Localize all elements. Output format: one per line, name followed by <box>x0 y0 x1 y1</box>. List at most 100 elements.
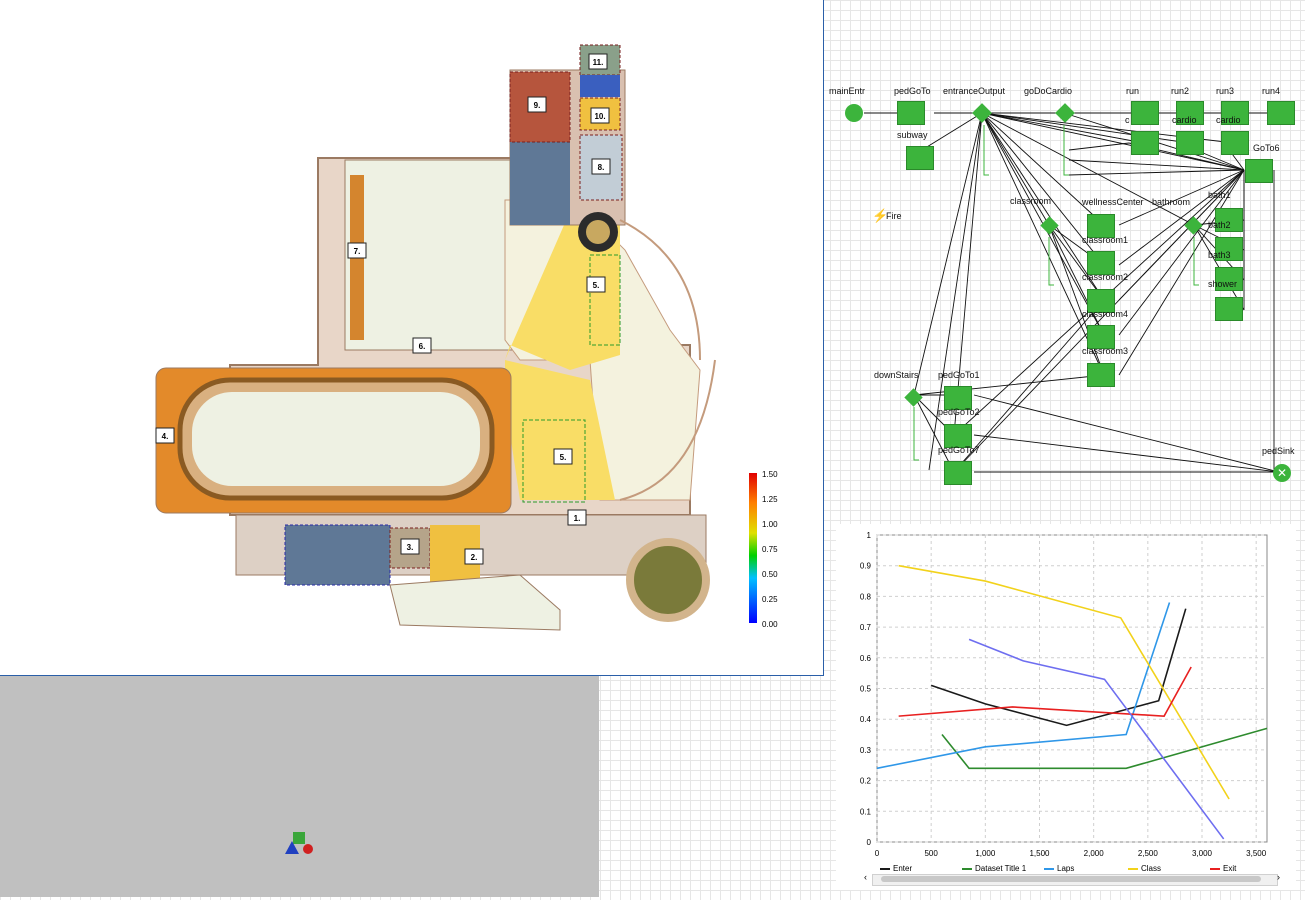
source-block-icon[interactable] <box>845 104 863 122</box>
cardio2-block[interactable] <box>1176 131 1204 155</box>
block-label-downStairs: downStairs <box>874 370 919 380</box>
subway-block[interactable] <box>906 146 934 170</box>
y-tick-label: 0.2 <box>860 777 872 786</box>
scale-tick-label: 1.25 <box>762 495 778 504</box>
block-label-mainEntr: mainEntr <box>829 86 866 96</box>
scroll-right-icon[interactable]: › <box>1277 872 1280 882</box>
svg-text:9.: 9. <box>534 101 541 110</box>
restroom-top <box>580 75 620 97</box>
block-label-run: run <box>1126 86 1140 96</box>
round-court <box>626 538 710 622</box>
room-label: 7. <box>347 242 367 259</box>
room-label: 1. <box>567 509 587 526</box>
color-scale-bar <box>749 473 757 623</box>
y-tick-label: 0.3 <box>860 746 872 755</box>
y-tick-label: 0.8 <box>860 592 872 601</box>
block-label-bath1: bath1 <box>1208 190 1231 200</box>
gym-area <box>360 170 510 335</box>
chart-horizontal-scrollbar[interactable]: ‹ › <box>864 872 1280 886</box>
goto6-block[interactable] <box>1245 159 1273 183</box>
block-label-wellnessCenter: wellnessCenter <box>1082 197 1144 207</box>
svg-text:11.: 11. <box>593 58 604 67</box>
room-label: 5. <box>553 448 573 465</box>
blue-room-bottom <box>284 524 391 586</box>
svg-text:10.: 10. <box>594 112 605 121</box>
y-tick-label: 0.1 <box>860 807 872 816</box>
axis-gizmo-icon[interactable] <box>285 832 313 854</box>
y-tick-label: 0 <box>867 838 872 847</box>
block-label-entranceOutput: entranceOutput <box>943 86 1006 96</box>
room-label: 10. <box>590 107 610 124</box>
run-block[interactable] <box>1131 101 1159 125</box>
scale-tick-label: 0.50 <box>762 570 778 579</box>
pedgoto-block[interactable] <box>897 101 925 125</box>
x-tick-label: 1,500 <box>1029 849 1050 858</box>
block-label-classroom: classroom <box>1010 196 1052 206</box>
ped-sink-icon[interactable]: ✕ <box>1273 464 1291 482</box>
scroll-left-icon[interactable]: ‹ <box>864 872 867 882</box>
svg-text:6.: 6. <box>419 342 426 351</box>
time-plot-chart: 0 500 1,000 1,500 2,000 2,500 3,000 3,500 0 0.1 0.… <box>860 531 1268 858</box>
x-tick-label: 1,000 <box>975 849 996 858</box>
legend-item-exit: Exit <box>1210 864 1236 873</box>
room-label: 11. <box>588 53 608 70</box>
block-label-subway: subway <box>897 130 928 140</box>
3d-view-panel[interactable] <box>0 676 599 897</box>
legend-item-dataset: Dataset Title 1 <box>962 864 1026 873</box>
floor-plan-panel[interactable]: 1. 2. 3. 4. 5. 5. 6. 7. 8. 9. 10. 11. 1.50 1.25 1.00 0… <box>0 0 824 676</box>
classroom3-block[interactable] <box>1087 363 1115 387</box>
scrollbar-thumb[interactable] <box>881 876 1261 882</box>
block-label-bath2: bath2 <box>1208 220 1231 230</box>
cardio-block[interactable] <box>1131 131 1159 155</box>
x-tick-label: 500 <box>924 849 938 858</box>
room-label: 5. <box>586 276 606 293</box>
legend-item-laps: Laps <box>1044 864 1074 873</box>
svg-text:4.: 4. <box>162 432 169 441</box>
y-tick-label: 0.4 <box>860 715 872 724</box>
block-label-classroom3: classroom3 <box>1082 346 1129 356</box>
room-label: 2. <box>464 548 484 565</box>
south-annex <box>389 574 561 631</box>
color-scale-ticks: 1.50 1.25 1.00 0.75 0.50 0.25 0.00 <box>762 470 778 629</box>
legend-item-enter: Enter <box>880 864 912 873</box>
block-label-classroom1: classroom1 <box>1082 235 1129 245</box>
block-label-bath3: bath3 <box>1208 250 1231 260</box>
block-label-shower: shower <box>1208 279 1238 289</box>
legend-item-class: Class <box>1128 864 1161 873</box>
y-tick-label: 0.5 <box>860 685 872 694</box>
block-label-classroom2: classroom2 <box>1082 272 1129 282</box>
room-label: 6. <box>412 337 432 354</box>
block-label-run4: run4 <box>1262 86 1281 96</box>
x-tick-label: 0 <box>875 849 880 858</box>
run4-block[interactable] <box>1267 101 1295 125</box>
svg-text:3.: 3. <box>407 543 414 552</box>
svg-text:1.: 1. <box>574 514 581 523</box>
y-tick-label: 0.9 <box>860 562 872 571</box>
svg-text:7.: 7. <box>354 247 361 256</box>
room-label: 8. <box>591 158 611 175</box>
floor-plan-svg[interactable]: 1. 2. 3. 4. 5. 5. 6. 7. 8. 9. 10. 11. 1.50 1.25 1.00 0… <box>0 0 824 676</box>
svg-text:2.: 2. <box>471 553 478 562</box>
block-label-fire: Fire <box>886 211 902 221</box>
pedgoto7-block[interactable] <box>944 461 972 485</box>
dark-blue-block <box>510 140 570 225</box>
block-label-pedGoTo7: pedGoTo7 <box>938 445 980 455</box>
block-label-cardio2: cardio <box>1172 115 1197 125</box>
svg-text:5.: 5. <box>560 453 567 462</box>
block-label-classroom4: classroom4 <box>1082 309 1129 319</box>
block-label-goDoCardio: goDoCardio <box>1024 86 1073 96</box>
y-tick-label: 0.7 <box>860 623 872 632</box>
block-label-run3: run3 <box>1216 86 1235 96</box>
scale-tick-label: 1.00 <box>762 520 778 529</box>
room-label: 9. <box>527 96 547 113</box>
shower-block[interactable] <box>1215 297 1243 321</box>
time-plot-panel: 0 500 1,000 1,500 2,000 2,500 3,000 3,500 0 0.1 0.… <box>836 524 1296 890</box>
block-label-bathroom: bathroom <box>1152 197 1191 207</box>
flowchart-connections <box>864 112 1280 473</box>
scale-tick-label: 1.50 <box>762 470 778 479</box>
cardio3-block[interactable] <box>1221 131 1249 155</box>
y-tick-label: 0.6 <box>860 654 872 663</box>
x-tick-label: 3,500 <box>1246 849 1267 858</box>
scale-tick-label: 0.00 <box>762 620 778 629</box>
block-label-goTo6: GoTo6 <box>1253 143 1280 153</box>
